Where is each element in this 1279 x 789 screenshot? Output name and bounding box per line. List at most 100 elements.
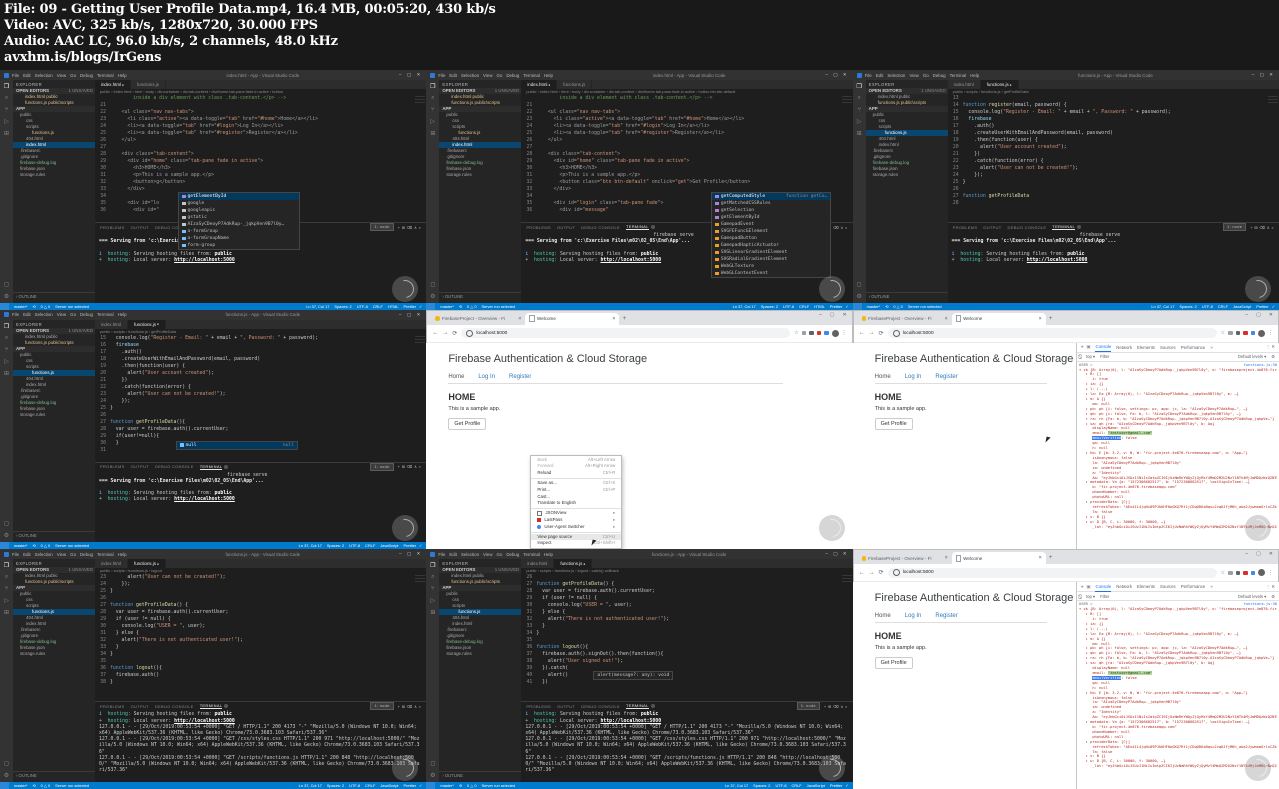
close-tab-icon[interactable]: × xyxy=(1039,555,1042,561)
source-control-icon[interactable]: ⑂ xyxy=(5,586,9,592)
file-tree[interactable]: OPEN EDITORS 1 UNSAVED index.html public fu… xyxy=(439,567,522,771)
window-controls[interactable]: – ▢ ✕ xyxy=(1239,310,1279,318)
menu-item[interactable]: Selection xyxy=(887,73,905,78)
status-item[interactable]: Server run selected xyxy=(55,783,89,788)
context-menu-item[interactable]: Print... Ctrl+P xyxy=(531,487,621,494)
devtools-tab[interactable]: Network xyxy=(1116,584,1132,589)
outline-section[interactable]: › OUTLINE xyxy=(439,291,522,303)
explorer-icon[interactable]: ❐ xyxy=(430,562,435,569)
explorer-icon[interactable]: ❐ xyxy=(4,562,9,569)
context-menu-item[interactable] xyxy=(531,478,622,480)
vscode-menubar[interactable]: File Edit Selection View Go Debug Terminal Help xyxy=(12,312,127,317)
autocomplete-popup[interactable]: null null xyxy=(176,440,298,450)
status-item[interactable]: UTF-8 xyxy=(775,783,786,788)
menu-item[interactable]: File xyxy=(12,552,19,557)
panel-tab[interactable]: PROBLEMS xyxy=(526,704,551,709)
address-bar[interactable]: localhost:5000 xyxy=(887,567,1217,578)
code-editor[interactable]: 26 27 function getProfileData() {28 var us… xyxy=(521,574,852,701)
window-control[interactable]: ▢ xyxy=(1256,312,1261,318)
new-tab-button[interactable]: + xyxy=(1046,555,1056,564)
status-item[interactable]: UTF-8 xyxy=(349,783,360,788)
editor-tab[interactable]: functions.js xyxy=(557,80,593,89)
context-menu[interactable]: Back Alt+Left Arrow Forward Alt+Right Arrow… xyxy=(530,454,623,550)
activity-bar[interactable]: ❐ ⌕ ⑂ ▷ ⊞ ◻ ⚙ xyxy=(0,319,13,543)
status-item[interactable]: 0 △ 0 xyxy=(893,304,902,309)
browser-tab-firebase-console[interactable]: FirebaseProject - Overview - Fi × xyxy=(858,552,952,564)
devtools-tab[interactable]: Network xyxy=(1116,345,1132,350)
video-frame-5[interactable]: FirebaseProject - Overview - Fi × Welcom… xyxy=(426,309,853,550)
status-item[interactable]: ⟲ xyxy=(32,783,35,788)
source-control-icon[interactable]: ⑂ xyxy=(857,107,861,113)
panel-tab[interactable]: DEBUG CONSOLE xyxy=(581,704,620,709)
status-item[interactable]: Server run selected xyxy=(481,304,515,309)
status-item[interactable]: Spaces: 2 xyxy=(1180,304,1197,309)
editor-tab[interactable]: index.html xyxy=(521,559,555,569)
devtools-tabbar[interactable]: ⌖ ▣ Console Network Elements Sources Performa… xyxy=(1077,582,1279,593)
status-item[interactable]: CRLF xyxy=(373,304,383,309)
site-info-icon[interactable] xyxy=(466,329,474,337)
autocomplete-item[interactable]: gstatic xyxy=(179,214,299,221)
autocomplete-item[interactable]: AIzaSyCDeoyP7AdkRup-_jqkpVen9B7l0y… xyxy=(179,221,299,228)
terminal-shell-select[interactable]: 1: node xyxy=(370,462,394,471)
browser-tab-welcome[interactable]: Welcome × xyxy=(951,552,1046,565)
page-nav-tabs[interactable]: Home Log In Register xyxy=(448,374,830,383)
status-item[interactable]: CRLF xyxy=(365,783,375,788)
language-mode[interactable]: JavaScript xyxy=(1233,304,1251,309)
devtools-menu-icons[interactable]: ⋮ ✕ xyxy=(1266,344,1275,350)
status-item[interactable]: Spaces: 2 xyxy=(334,304,351,309)
menu-item[interactable]: Go xyxy=(496,73,502,78)
panel-tab[interactable]: TERMINAL xyxy=(626,224,649,230)
extension-icon[interactable] xyxy=(1228,330,1233,336)
status-item[interactable]: master* xyxy=(14,543,27,548)
devtools-dock-icon[interactable]: ▣ xyxy=(1086,344,1090,350)
tree-item[interactable]: storage.rules xyxy=(439,651,521,657)
status-item[interactable]: 0 △ 0 xyxy=(467,304,476,309)
browser-tab-welcome[interactable]: Welcome × xyxy=(525,312,620,325)
menu-item[interactable]: Help xyxy=(118,552,127,557)
editor-tab[interactable]: functions.js xyxy=(128,559,166,569)
source-control-icon[interactable]: ⑂ xyxy=(5,347,9,353)
lastpass-icon[interactable] xyxy=(816,330,822,336)
forward-icon[interactable]: → xyxy=(869,570,875,576)
panel-tab[interactable]: OUTPUT xyxy=(131,704,149,709)
browser-tab-firebase-console[interactable]: FirebaseProject - Overview - Fi × xyxy=(431,313,525,325)
editor-tabs[interactable]: index.htmlfunctions.js xyxy=(521,559,853,569)
forward-icon[interactable]: → xyxy=(869,330,875,336)
code-editor[interactable]: 23 alert("User can not be created!"); 24 … xyxy=(95,574,426,701)
debug-icon[interactable]: ▷ xyxy=(857,118,862,125)
log-levels-select[interactable]: Default levels ▾ xyxy=(1238,354,1266,359)
new-tab-button[interactable]: + xyxy=(619,316,629,325)
language-mode[interactable]: JavaScript xyxy=(380,543,398,548)
search-icon[interactable]: ⌕ xyxy=(431,574,434,581)
minimap[interactable] xyxy=(415,575,426,583)
devtools-tab[interactable]: Sources xyxy=(1160,345,1176,350)
window-controls[interactable]: – ▢ ✕ xyxy=(399,312,422,318)
menu-item[interactable]: Edit xyxy=(23,73,31,78)
panel-tab[interactable]: OUTPUT xyxy=(557,225,575,230)
editor-tab[interactable]: index.html xyxy=(95,319,129,329)
console-filter-input[interactable]: Filter xyxy=(1100,354,1109,359)
minimap[interactable] xyxy=(841,575,852,583)
menu-item[interactable]: View xyxy=(483,73,492,78)
debug-icon[interactable]: ▷ xyxy=(4,118,9,125)
reload-icon[interactable]: ⟳ xyxy=(879,330,884,337)
status-item[interactable]: 0 △ 0 xyxy=(41,783,50,788)
editor-tabs[interactable]: index.htmlfunctions.js xyxy=(521,80,853,89)
console-filter-bar[interactable]: ⃠ top ▾ Filter Default levels ▾ ⚙ xyxy=(1077,353,1279,362)
status-item[interactable]: master* xyxy=(440,304,453,309)
status-item[interactable]: Server run selected xyxy=(55,304,89,309)
tree-item[interactable]: storage.rules xyxy=(866,172,948,178)
vscode-menubar[interactable]: File Edit Selection View Go Debug Terminal Help xyxy=(865,73,980,78)
context-menu-item[interactable]: Cast... xyxy=(531,494,621,501)
forward-icon[interactable]: → xyxy=(442,330,448,336)
outline-section[interactable]: › OUTLINE xyxy=(13,771,95,782)
bookmark-icon[interactable]: ☆ xyxy=(794,330,798,336)
file-tree[interactable]: OPEN EDITORS 1 UNSAVED index.html public fu… xyxy=(13,88,95,292)
panel-tab[interactable]: TERMINAL xyxy=(199,703,223,710)
remote-indicator[interactable] xyxy=(0,782,9,789)
devtools-tab[interactable]: Elements xyxy=(1137,584,1155,589)
language-mode[interactable]: HTML xyxy=(814,304,825,309)
status-item[interactable]: ✓ xyxy=(419,783,422,788)
extensions-icon[interactable]: ⊞ xyxy=(857,130,862,137)
devtools-tab[interactable]: » xyxy=(1210,584,1212,589)
